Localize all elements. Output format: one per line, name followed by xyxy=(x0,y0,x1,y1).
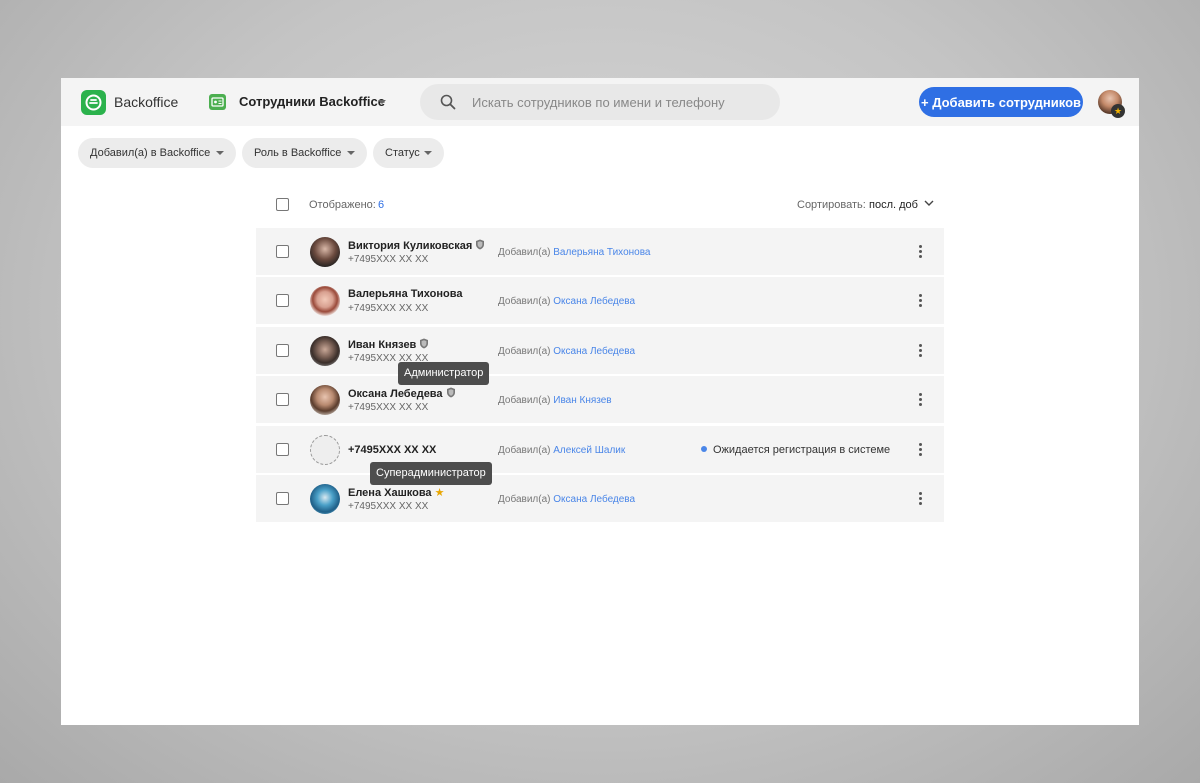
tooltip-admin: Администратор xyxy=(398,362,490,385)
shield-icon[interactable] xyxy=(475,239,485,250)
added-by: Добавил(а) Оксана Лебедева xyxy=(498,346,635,357)
added-by-link[interactable]: Оксана Лебедева xyxy=(553,494,635,505)
added-by-link[interactable]: Валерьяна Тихонова xyxy=(553,247,650,258)
avatar xyxy=(310,484,340,514)
list-item[interactable]: Валерьяна Тихонова +7495XXX XX XX Добави… xyxy=(256,277,944,324)
caret-down-icon xyxy=(347,151,355,155)
row-checkbox[interactable] xyxy=(276,443,289,456)
added-by: Добавил(а) Оксана Лебедева xyxy=(498,494,635,505)
employee-name: Виктория Куликовская xyxy=(348,239,485,252)
employee-phone: +7495XXX XX XX xyxy=(348,501,429,512)
added-prefix: Добавил(а) xyxy=(498,494,551,505)
brand-name[interactable]: Backoffice xyxy=(114,94,178,110)
star-badge-icon: ★ xyxy=(1111,104,1125,118)
search-box xyxy=(420,84,780,120)
added-by: Добавил(а) Иван Князев xyxy=(498,395,612,406)
list-item[interactable]: Оксана Лебедева +7495XXX XX XX Добавил(а… xyxy=(256,376,944,423)
added-by: Добавил(а) Оксана Лебедева xyxy=(498,296,635,307)
employees-card-icon xyxy=(209,94,226,110)
employee-name: Валерьяна Тихонова xyxy=(348,288,463,300)
shown-label: Отображено: xyxy=(309,199,376,211)
shown-count: 6 xyxy=(378,199,385,211)
star-icon[interactable]: ★ xyxy=(435,487,445,499)
row-checkbox[interactable] xyxy=(276,393,289,406)
more-menu-icon[interactable] xyxy=(912,442,928,458)
added-prefix: Добавил(а) xyxy=(498,395,551,406)
added-by-link[interactable]: Оксана Лебедева xyxy=(553,296,635,307)
employee-phone-only: +7495XXX XX XX xyxy=(348,444,437,456)
backoffice-window: Backoffice Сотрудники Backoffice + Добав… xyxy=(61,78,1139,725)
added-prefix: Добавил(а) xyxy=(498,346,551,357)
caret-down-icon xyxy=(216,151,224,155)
search-icon[interactable] xyxy=(440,94,456,110)
status-badge: Ожидается регистрация в системе xyxy=(701,444,890,456)
select-all-checkbox[interactable] xyxy=(276,198,289,211)
filter-label: Добавил(а) в Backoffice xyxy=(90,147,211,159)
filter-role[interactable]: Роль в Backoffice xyxy=(242,138,367,168)
list-header: Отображено: 6 Сортировать: посл. доб xyxy=(256,192,944,218)
top-bar: Backoffice Сотрудники Backoffice + Добав… xyxy=(61,78,1139,126)
more-menu-icon[interactable] xyxy=(912,244,928,260)
added-prefix: Добавил(а) xyxy=(498,445,551,456)
caret-down-icon xyxy=(424,151,432,155)
caret-down-icon[interactable] xyxy=(378,100,386,104)
row-checkbox[interactable] xyxy=(276,245,289,258)
more-menu-icon[interactable] xyxy=(912,392,928,408)
more-menu-icon[interactable] xyxy=(912,343,928,359)
added-by-link[interactable]: Оксана Лебедева xyxy=(553,346,635,357)
shield-icon[interactable] xyxy=(419,338,429,349)
search-input[interactable] xyxy=(472,84,762,120)
avatar xyxy=(310,286,340,316)
avatar xyxy=(310,385,340,415)
added-prefix: Добавил(а) xyxy=(498,296,551,307)
filter-label: Роль в Backoffice xyxy=(254,147,342,159)
added-by-link[interactable]: Иван Князев xyxy=(553,395,611,406)
employee-name: Иван Князев xyxy=(348,338,429,351)
employee-name-text: Оксана Лебедева xyxy=(348,388,443,400)
list-item[interactable]: Виктория Куликовская +7495XXX XX XX Доба… xyxy=(256,228,944,275)
avatar xyxy=(310,336,340,366)
row-checkbox[interactable] xyxy=(276,294,289,307)
row-checkbox[interactable] xyxy=(276,344,289,357)
added-by: Добавил(а) Алексей Шалик xyxy=(498,445,625,456)
sort-value[interactable]: посл. доб xyxy=(869,199,918,211)
filter-status[interactable]: Статус xyxy=(373,138,444,168)
employee-name-text: Иван Князев xyxy=(348,339,417,351)
employee-name-text: Елена Хашкова xyxy=(348,487,432,499)
list-item[interactable]: Елена Хашкова ★ +7495XXX XX XX Добавил(а)… xyxy=(256,475,944,522)
added-by: Добавил(а) Валерьяна Тихонова xyxy=(498,247,650,258)
employee-phone: +7495XXX XX XX xyxy=(348,303,429,314)
app-logo-icon[interactable] xyxy=(81,90,106,115)
chevron-down-icon[interactable] xyxy=(923,197,935,209)
row-checkbox[interactable] xyxy=(276,492,289,505)
employee-phone: +7495XXX XX XX xyxy=(348,402,429,413)
filter-added-by[interactable]: Добавил(а) в Backoffice xyxy=(78,138,236,168)
tooltip-superadmin: Суперадминистратор xyxy=(370,462,492,485)
list-item[interactable]: Иван Князев +7495XXX XX XX Добавил(а) Ок… xyxy=(256,327,944,374)
more-menu-icon[interactable] xyxy=(912,293,928,309)
added-prefix: Добавил(а) xyxy=(498,247,551,258)
section-title[interactable]: Сотрудники Backoffice xyxy=(239,94,385,109)
filter-label: Статус xyxy=(385,147,420,159)
status-dot-icon xyxy=(701,446,707,452)
status-text: Ожидается регистрация в системе xyxy=(713,444,891,456)
shield-icon[interactable] xyxy=(446,387,456,398)
avatar-placeholder xyxy=(310,435,340,465)
employee-name-text: Виктория Куликовская xyxy=(348,240,473,252)
avatar xyxy=(310,237,340,267)
add-employees-button[interactable]: + Добавить сотрудников xyxy=(919,87,1083,117)
list-item[interactable]: +7495XXX XX XX Добавил(а) Алексей Шалик … xyxy=(256,426,944,473)
sort-label: Сортировать: xyxy=(797,199,866,211)
employee-phone: +7495XXX XX XX xyxy=(348,254,429,265)
more-menu-icon[interactable] xyxy=(912,491,928,507)
employee-name: Оксана Лебедева xyxy=(348,387,456,400)
employee-name: Елена Хашкова ★ xyxy=(348,486,444,499)
added-by-link[interactable]: Алексей Шалик xyxy=(553,445,625,456)
